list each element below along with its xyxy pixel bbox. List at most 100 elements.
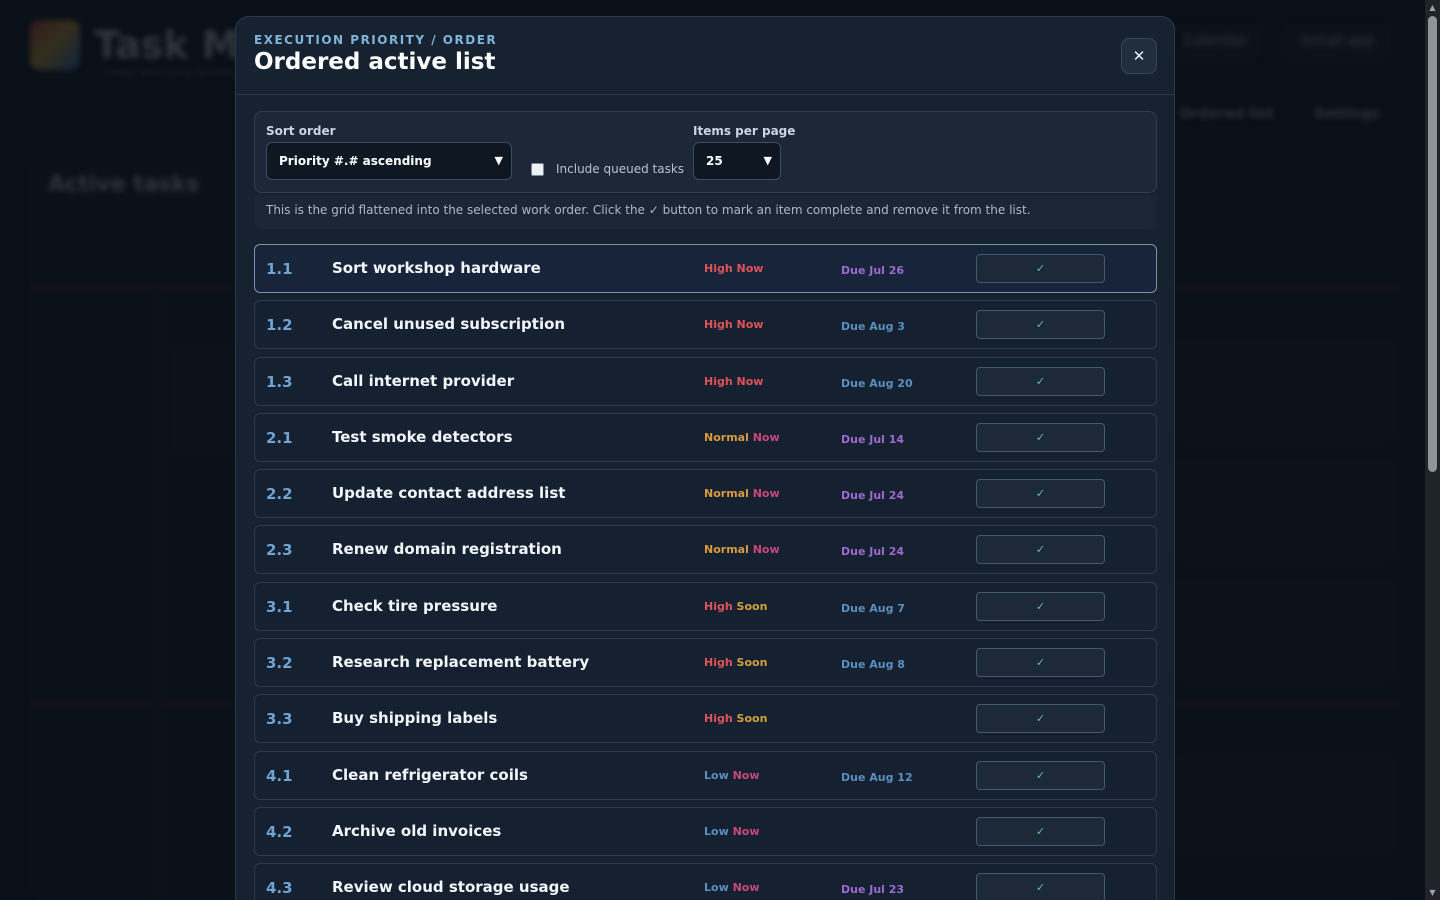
task-order-number: 4.2: [266, 822, 293, 841]
task-priority: High Soon: [704, 600, 767, 613]
task-row[interactable]: 2.1 Test smoke detectors Normal Now Due Jul…: [254, 412, 1157, 462]
check-icon: ✓: [1035, 656, 1046, 670]
complete-task-button[interactable]: ✓: [976, 254, 1105, 283]
scroll-thumb[interactable]: [1428, 16, 1437, 472]
per-page-select[interactable]: 25 ▼: [693, 142, 781, 180]
priority-urgency: Now: [732, 768, 760, 782]
task-priority: High Now: [704, 375, 763, 388]
check-icon: ✓: [1035, 262, 1046, 275]
list-controls: Sort order Priority #.# ascending ▼ Incl…: [254, 111, 1157, 193]
complete-task-button[interactable]: ✓: [976, 310, 1105, 340]
task-priority: High Soon: [704, 712, 767, 725]
task-row[interactable]: 4.3 Review cloud storage usage Low Now Due …: [254, 863, 1157, 900]
include-queued-checkbox[interactable]: [531, 162, 544, 176]
task-priority: Normal Now: [704, 543, 780, 556]
complete-task-button[interactable]: ✓: [976, 591, 1105, 621]
complete-task-button[interactable]: ✓: [976, 366, 1105, 396]
complete-task-button[interactable]: ✓: [976, 422, 1105, 452]
modal-eyebrow: EXECUTION PRIORITY / ORDER: [254, 33, 498, 47]
task-row[interactable]: 3.1 Check tire pressure High Soon Due Aug 7…: [254, 581, 1157, 631]
check-icon: ✓: [1035, 487, 1046, 501]
task-name: Review cloud storage usage: [332, 878, 570, 897]
priority-level: Low: [704, 824, 729, 838]
task-row[interactable]: 1.2 Cancel unused subscription High Now Due…: [254, 300, 1157, 350]
task-name: Update contact address list: [332, 484, 566, 503]
priority-urgency: Now: [752, 487, 780, 501]
check-icon: ✓: [1035, 881, 1046, 895]
task-due-date: Due Aug 12: [841, 770, 913, 784]
task-name: Test smoke detectors: [332, 427, 513, 446]
complete-task-button[interactable]: ✓: [976, 704, 1105, 734]
check-icon: ✓: [1035, 318, 1046, 332]
priority-urgency: Soon: [736, 712, 768, 726]
sort-order-label: Sort order: [266, 124, 336, 138]
complete-task-button[interactable]: ✓: [976, 648, 1105, 678]
close-icon: ✕: [1132, 47, 1146, 65]
priority-level: Low: [704, 881, 729, 895]
task-order-number: 2.3: [266, 541, 293, 560]
task-due-date: Due Aug 8: [841, 658, 905, 672]
priority-level: Normal: [704, 543, 749, 557]
scroll-up-icon[interactable]: ▲: [1428, 3, 1437, 12]
complete-task-button[interactable]: ✓: [976, 873, 1105, 900]
priority-urgency: Now: [752, 430, 780, 444]
task-name: Check tire pressure: [332, 596, 498, 615]
task-name: Renew domain registration: [332, 540, 562, 559]
complete-task-button[interactable]: ✓: [976, 760, 1105, 790]
task-order-number: 4.3: [266, 879, 293, 898]
check-icon: ✓: [1035, 543, 1046, 557]
task-due-date: Due Jul 24: [841, 489, 905, 503]
task-row[interactable]: 1.3 Call internet provider High Now Due Aug…: [254, 356, 1157, 406]
task-priority: Normal Now: [704, 431, 780, 444]
priority-level: Normal: [704, 430, 749, 444]
priority-urgency: Now: [736, 374, 764, 388]
scroll-down-icon[interactable]: ▼: [1428, 888, 1437, 897]
task-due-date: Due Jul 14: [841, 432, 905, 446]
priority-level: High: [704, 262, 733, 275]
task-order-number: 3.2: [266, 654, 293, 673]
task-name: Sort workshop hardware: [332, 259, 541, 277]
complete-task-button[interactable]: ✓: [976, 816, 1105, 846]
task-due-date: Due Jul 26: [841, 264, 905, 277]
task-priority: Low Now: [704, 769, 760, 782]
close-button[interactable]: ✕: [1121, 38, 1157, 74]
per-page-label: Items per page: [693, 124, 796, 138]
task-order-number: 2.1: [266, 428, 293, 447]
ordered-list-modal: EXECUTION PRIORITY / ORDER Ordered activ…: [235, 16, 1175, 900]
complete-task-button[interactable]: ✓: [976, 535, 1105, 565]
chevron-down-icon: ▼: [763, 154, 772, 167]
check-icon: ✓: [1035, 824, 1046, 838]
check-icon: ✓: [1035, 712, 1046, 726]
task-due-date: Due Jul 23: [841, 883, 905, 897]
task-row[interactable]: 2.2 Update contact address list Normal Now…: [254, 469, 1157, 519]
ordered-task-list: 1.1 Sort workshop hardware High Now Due Jul…: [254, 244, 1157, 900]
task-due-date: Due Aug 20: [841, 376, 913, 390]
include-queued-toggle[interactable]: Include queued tasks: [531, 162, 684, 176]
task-row[interactable]: 2.3 Renew domain registration Normal Now Du…: [254, 525, 1157, 575]
task-order-number: 2.2: [266, 485, 293, 504]
task-priority: High Soon: [704, 656, 767, 669]
priority-level: High: [704, 656, 733, 670]
chevron-down-icon: ▼: [494, 154, 503, 167]
check-icon: ✓: [1035, 768, 1046, 782]
task-name: Clean refrigerator coils: [332, 765, 528, 784]
task-row[interactable]: 3.3 Buy shipping labels High Soon ✓: [254, 694, 1157, 744]
sort-order-select[interactable]: Priority #.# ascending ▼: [266, 142, 512, 180]
task-priority: High Now: [704, 318, 763, 331]
task-due-date: Due Jul 24: [841, 545, 905, 559]
task-priority: Low Now: [704, 881, 760, 894]
sort-order-value: Priority #.# ascending: [279, 154, 432, 168]
task-row[interactable]: 4.2 Archive old invoices Low Now ✓: [254, 806, 1157, 856]
task-due-date: Due Aug 7: [841, 601, 905, 615]
task-row[interactable]: 1.1 Sort workshop hardware High Now Due Jul…: [254, 244, 1157, 293]
priority-level: High: [704, 599, 733, 613]
task-priority: Normal Now: [704, 487, 780, 500]
task-row[interactable]: 4.1 Clean refrigerator coils Low Now Due Au…: [254, 750, 1157, 800]
priority-level: Normal: [704, 487, 749, 501]
priority-level: High: [704, 712, 733, 726]
task-row[interactable]: 3.2 Research replacement battery High Soon…: [254, 638, 1157, 688]
priority-level: Low: [704, 768, 729, 782]
complete-task-button[interactable]: ✓: [976, 479, 1105, 509]
page-scrollbar[interactable]: ▲ ▼: [1425, 0, 1440, 900]
task-order-number: 1.3: [266, 372, 293, 391]
